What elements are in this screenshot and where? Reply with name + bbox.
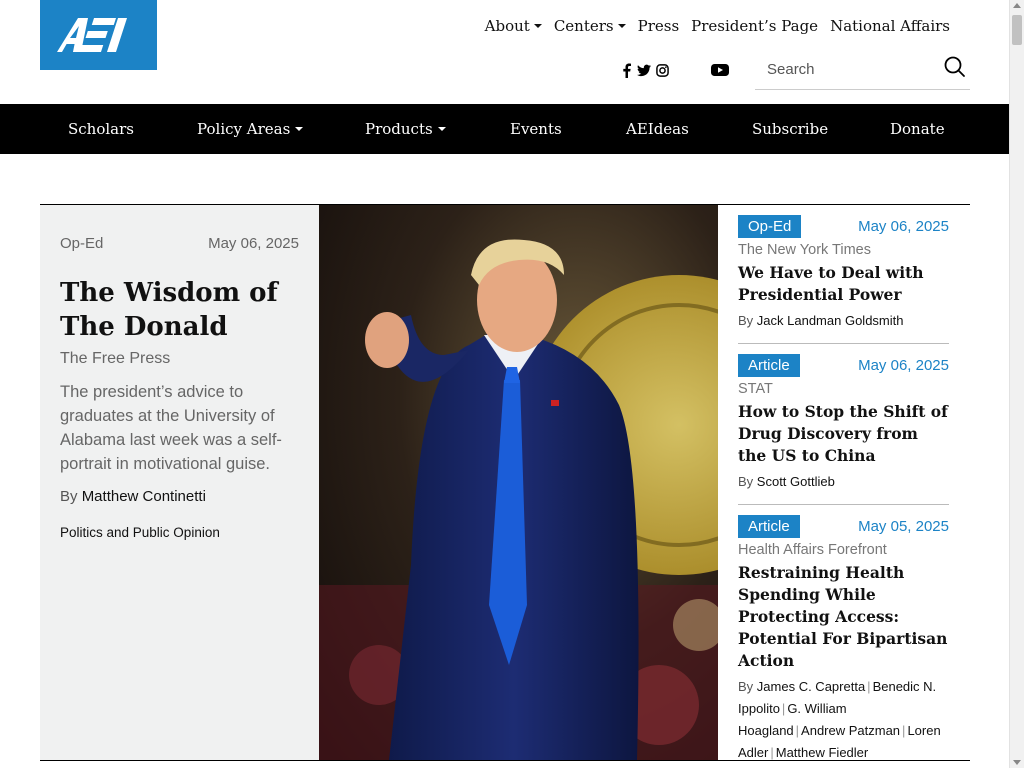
nav-products-label: Products: [365, 120, 433, 138]
author-link[interactable]: Scott Gottlieb: [757, 474, 835, 489]
author-link[interactable]: Jack Landman Goldsmith: [757, 313, 904, 328]
feature-type[interactable]: Op-Ed: [60, 235, 103, 252]
separator: |: [770, 745, 774, 760]
scrollbar-thumb[interactable]: [1012, 15, 1022, 45]
article-source: The New York Times: [738, 242, 871, 258]
related-card: Op-Ed May 06, 2025 The New York Times We…: [738, 205, 949, 344]
author-link[interactable]: Andrew Patzman: [801, 723, 900, 738]
feature-topic-link[interactable]: Politics and Public Opinion: [60, 525, 299, 540]
caret-down-icon: [617, 24, 626, 28]
content-bottom-divider: [40, 760, 970, 761]
top-nav: About Centers Press President’s Page Nat…: [485, 17, 950, 35]
social-links: [619, 62, 669, 78]
article-byline: By James C. Capretta | Benedic N. Ippolito…: [738, 676, 949, 764]
by-label: By: [738, 679, 754, 694]
article-byline: By Jack Landman Goldsmith: [738, 310, 949, 332]
article-date: May 05, 2025: [858, 518, 949, 535]
top-nav-presidents-page-label: President’s Page: [691, 17, 819, 35]
top-nav-press[interactable]: Press: [638, 17, 680, 35]
author-link[interactable]: James C. Capretta: [757, 679, 865, 694]
feature-article: Op-Ed May 06, 2025 The Wisdom of The Don…: [40, 205, 319, 760]
by-label: By: [738, 313, 754, 328]
aei-logo-mark: [56, 18, 127, 52]
feature-date: May 06, 2025: [208, 235, 299, 252]
scroll-up-icon[interactable]: [1013, 3, 1021, 8]
top-nav-presidents-page[interactable]: President’s Page: [691, 17, 818, 35]
nav-policy-areas-label: Policy Areas: [197, 120, 291, 138]
feature-photo-image: [319, 205, 718, 760]
feature-byline: By Matthew Continetti: [60, 488, 299, 505]
top-nav-press-label: Press: [637, 17, 680, 35]
nav-donate-label: Donate: [890, 120, 945, 138]
article-date: May 06, 2025: [858, 357, 949, 374]
nav-events[interactable]: Events: [510, 104, 562, 154]
feature-title[interactable]: The Wisdom of The Donald: [60, 276, 299, 344]
by-label: By: [738, 474, 754, 489]
caret-down-icon: [533, 24, 542, 28]
nav-events-label: Events: [510, 120, 562, 138]
nav-aeideas-label: AEIdeas: [626, 120, 689, 138]
search-box: [755, 50, 970, 90]
nav-subscribe-label: Subscribe: [752, 120, 829, 138]
nav-donate[interactable]: Donate: [890, 104, 945, 154]
feature-author-link[interactable]: Matthew Continetti: [82, 488, 206, 505]
aei-logo[interactable]: [40, 0, 157, 70]
facebook-icon[interactable]: [619, 62, 633, 78]
nav-scholars[interactable]: Scholars: [68, 104, 134, 154]
feature-photo[interactable]: [319, 205, 718, 760]
feature-description: The president’s advice to graduates at t…: [60, 383, 282, 473]
type-badge[interactable]: Op-Ed: [738, 215, 802, 238]
related-articles: Op-Ed May 06, 2025 The New York Times We…: [738, 205, 949, 768]
top-nav-national-affairs-label: National Affairs: [830, 17, 950, 35]
top-nav-national-affairs[interactable]: National Affairs: [830, 17, 950, 35]
instagram-icon[interactable]: [655, 62, 669, 78]
article-byline: By Scott Gottlieb: [738, 471, 949, 493]
caret-down-icon: [295, 127, 304, 131]
nav-scholars-label: Scholars: [68, 120, 134, 138]
related-card: Article May 06, 2025 STAT How to Stop th…: [738, 344, 949, 505]
youtube-icon[interactable]: [711, 63, 729, 79]
separator: |: [795, 723, 800, 738]
search-input[interactable]: [755, 61, 935, 78]
author-link[interactable]: Matthew Fiedler: [776, 745, 868, 760]
feature-source: The Free Press: [60, 350, 171, 367]
search-icon[interactable]: [944, 56, 966, 83]
feature-meta: Op-Ed May 06, 2025: [60, 235, 299, 252]
twitter-icon[interactable]: [637, 62, 651, 78]
top-nav-centers-label: Centers: [553, 17, 614, 35]
nav-subscribe[interactable]: Subscribe: [752, 104, 828, 154]
article-source: STAT: [738, 381, 773, 397]
top-nav-about-label: About: [484, 17, 530, 35]
article-date: May 06, 2025: [858, 218, 949, 235]
article-title[interactable]: Restraining Health Spending While Protec…: [738, 562, 949, 672]
nav-products[interactable]: Products: [365, 104, 446, 154]
type-badge[interactable]: Article: [738, 354, 800, 377]
main-nav: Scholars Policy Areas Products Events AE…: [0, 104, 1009, 154]
by-label: By: [60, 488, 78, 505]
related-card: Article May 05, 2025 Health Affairs Fore…: [738, 505, 949, 768]
nav-policy-areas[interactable]: Policy Areas: [197, 104, 304, 154]
top-nav-about[interactable]: About: [485, 17, 542, 35]
article-source: Health Affairs Forefront: [738, 542, 887, 558]
article-title[interactable]: How to Stop the Shift of Drug Discovery …: [738, 401, 949, 467]
article-title[interactable]: We Have to Deal with Presidential Power: [738, 262, 949, 306]
nav-aeideas[interactable]: AEIdeas: [626, 104, 689, 154]
type-badge[interactable]: Article: [738, 515, 800, 538]
scroll-down-icon[interactable]: [1013, 760, 1021, 765]
page-scrollbar[interactable]: [1009, 0, 1024, 768]
separator: |: [867, 679, 871, 694]
caret-down-icon: [437, 127, 446, 131]
top-nav-centers[interactable]: Centers: [554, 17, 626, 35]
